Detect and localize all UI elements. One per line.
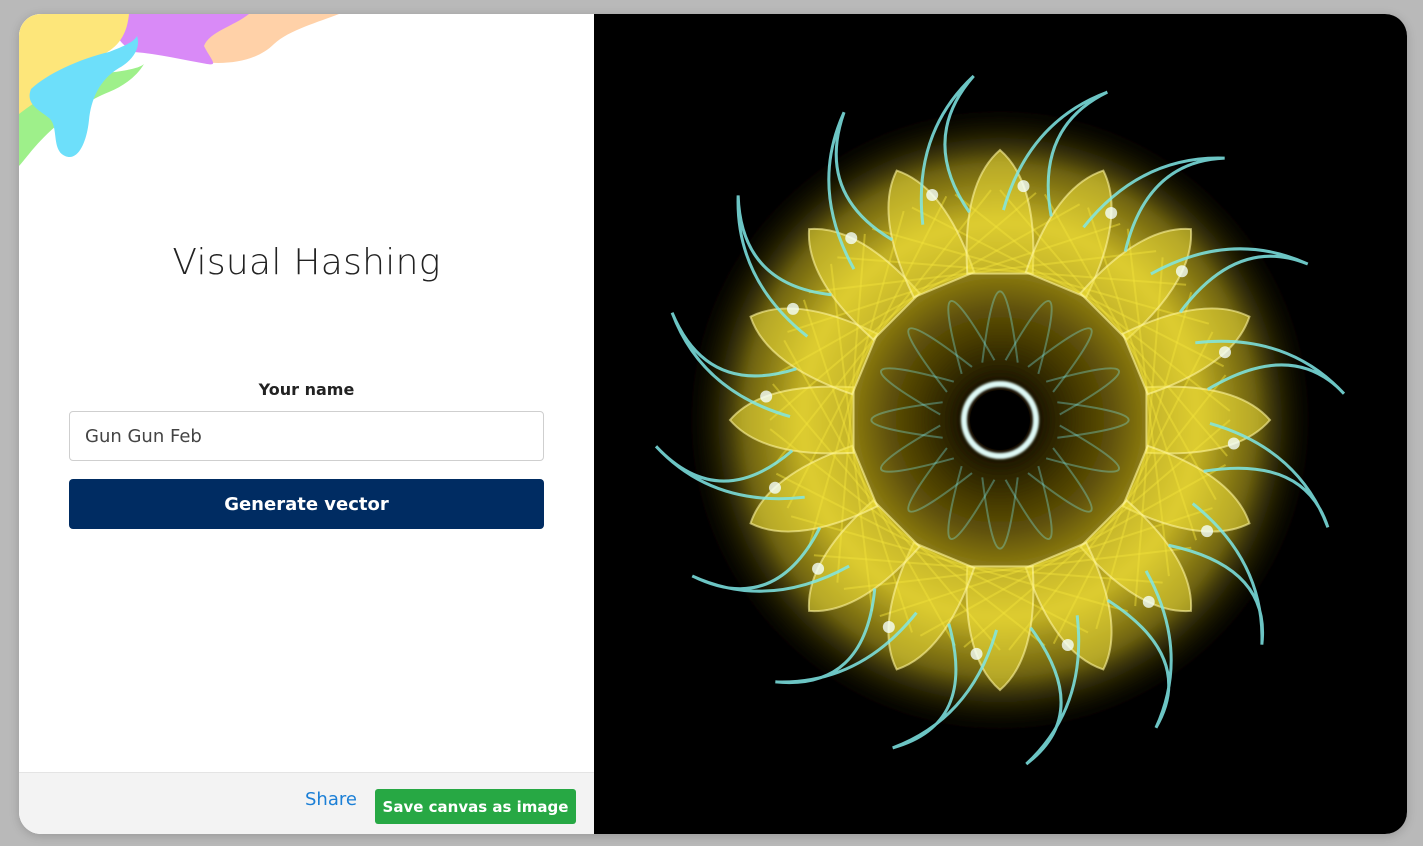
- mandala-sparkle: [760, 390, 773, 403]
- mandala-sparkle: [1227, 437, 1240, 450]
- app-card: Visual Hashing Your name Generate vector…: [19, 14, 1407, 834]
- mandala-sparkle: [970, 647, 983, 660]
- page-title: Visual Hashing: [172, 242, 441, 283]
- name-input[interactable]: [69, 411, 544, 461]
- mandala-sparkle: [1142, 595, 1155, 608]
- mandala-sparkle: [1175, 265, 1188, 278]
- mandala-sparkle: [926, 188, 939, 201]
- mandala-sparkle: [812, 562, 825, 575]
- mandala-sparkle: [768, 481, 781, 494]
- mandala-sparkle: [1201, 525, 1214, 538]
- footer-bar: Share Save canvas as image: [19, 772, 594, 834]
- blob-decoration: [19, 14, 339, 166]
- save-canvas-button[interactable]: Save canvas as image: [375, 789, 576, 824]
- mandala-sparkle: [882, 621, 895, 634]
- form-panel: Visual Hashing Your name Generate vector…: [19, 14, 594, 834]
- mandala-sparkle: [1219, 346, 1232, 359]
- hash-canvas: [594, 14, 1407, 834]
- share-link[interactable]: Share: [305, 789, 357, 810]
- mandala-artwork: [654, 74, 1346, 766]
- mandala-sparkle: [845, 232, 858, 245]
- generate-vector-button[interactable]: Generate vector: [69, 479, 544, 529]
- mandala-center-hole: [970, 390, 1030, 450]
- mandala-sparkle: [1017, 180, 1030, 193]
- name-field-label: Your name: [258, 380, 355, 399]
- mandala-sparkle: [1061, 639, 1074, 652]
- mandala-sparkle: [786, 302, 799, 315]
- mandala-sparkle: [1105, 206, 1118, 219]
